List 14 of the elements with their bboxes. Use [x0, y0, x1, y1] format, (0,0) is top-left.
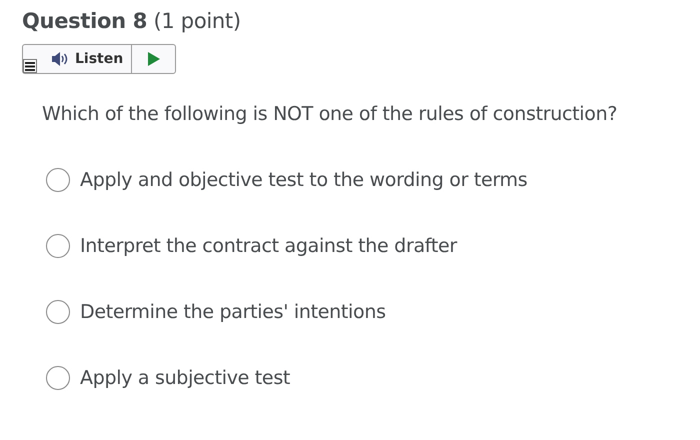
option-label[interactable]: Apply a subjective test: [80, 364, 290, 392]
option-label[interactable]: Determine the parties' intentions: [80, 298, 386, 326]
menu-icon[interactable]: [23, 59, 37, 74]
option-label[interactable]: Apply and objective test to the wording or terms: [80, 166, 528, 194]
option-label[interactable]: Interpret the contract against the drafter: [80, 232, 457, 260]
radio-button[interactable]: [46, 300, 70, 324]
listen-button[interactable]: Listen: [23, 45, 132, 74]
speaker-icon: [51, 52, 69, 66]
radio-button[interactable]: [46, 234, 70, 258]
question-title: Question 8 (1 point): [22, 8, 242, 35]
play-icon: [148, 52, 160, 66]
radio-button[interactable]: [46, 366, 70, 390]
question-text: Which of the following is NOT one of the rules of construction?: [42, 102, 618, 128]
radio-button[interactable]: [46, 168, 70, 192]
